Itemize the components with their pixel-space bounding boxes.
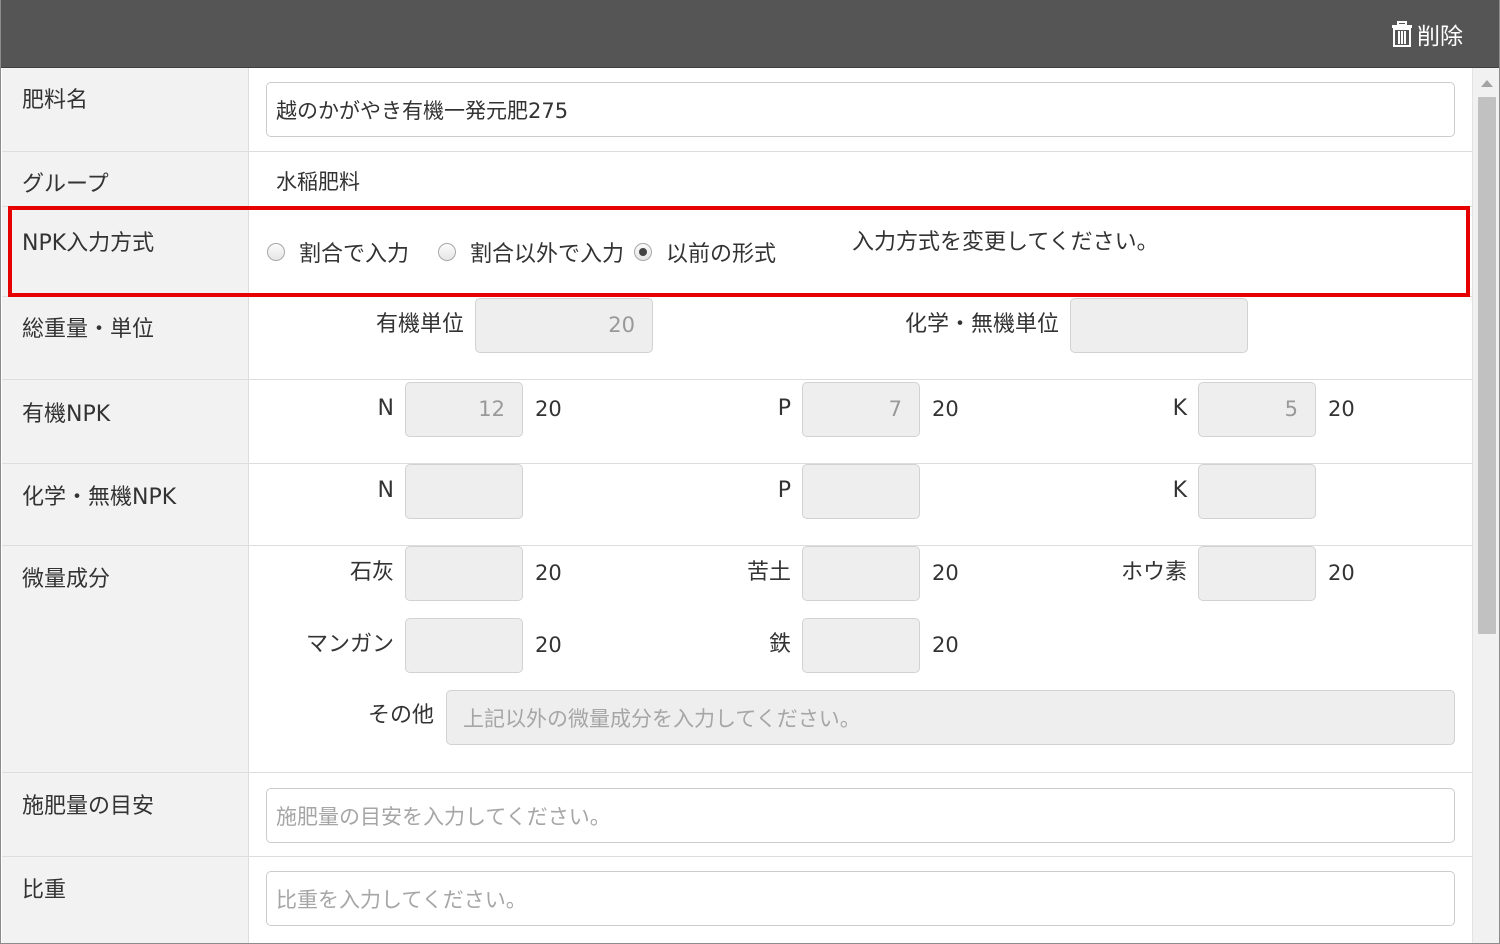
boron-unit: 20 bbox=[1328, 561, 1355, 585]
chemical-n-input[interactable] bbox=[405, 464, 523, 519]
npk-method-note: 入力方式を変更してください。 bbox=[852, 230, 1159, 255]
radio-legacy-format[interactable]: 以前の形式 bbox=[634, 236, 776, 268]
row-group: グループ 水稲肥料 bbox=[2, 152, 1472, 207]
row-application-guide: 施肥量の目安 施肥量の目安を入力してください。 bbox=[2, 773, 1472, 857]
manganese-input[interactable] bbox=[405, 618, 523, 673]
lime-unit: 20 bbox=[535, 561, 562, 585]
scrollbar-thumb[interactable] bbox=[1478, 97, 1496, 634]
app-frame: 削除 肥料名 越のかがやき有機一発元肥275 グループ 水稲肥料 NPK入力方式 bbox=[0, 0, 1500, 944]
radio-button-unchecked[interactable] bbox=[438, 243, 457, 261]
organic-k-input[interactable]: 5 bbox=[1198, 382, 1316, 437]
chemical-n-label: N bbox=[377, 478, 394, 503]
other-trace-input[interactable]: 上記以外の微量成分を入力してください。 bbox=[446, 690, 1455, 745]
radio-non-ratio-input[interactable]: 割合以外で入力 bbox=[438, 236, 624, 268]
radio-button-checked[interactable] bbox=[634, 243, 653, 261]
manganese-label: マンガン bbox=[305, 632, 394, 657]
group-value: 水稲肥料 bbox=[276, 170, 360, 194]
row-organic-npk: 有機NPK N 12 20 P 7 20 K 5 20 bbox=[2, 380, 1472, 464]
row-trace-elements: 微量成分 石灰 20 苦土 20 ホウ素 20 マンガン 20 鉄 20 その他… bbox=[2, 546, 1472, 773]
row-npk-method: NPK入力方式 割合で入力 割合以外で入力 以前の形式 入力方式を変更してくださ… bbox=[2, 207, 1472, 297]
specific-gravity-input[interactable]: 比重を入力してください。 bbox=[266, 871, 1455, 926]
organic-p-label: P bbox=[777, 396, 791, 421]
row-fertilizer-name: 肥料名 越のかがやき有機一発元肥275 bbox=[2, 68, 1472, 152]
trace-label: 微量成分 bbox=[2, 546, 249, 772]
organic-npk-label: 有機NPK bbox=[2, 380, 249, 463]
row-specific-gravity: 比重 比重を入力してください。 bbox=[2, 857, 1472, 943]
group-label: グループ bbox=[2, 152, 249, 206]
organic-k-label: K bbox=[1172, 396, 1187, 421]
chemical-npk-label: 化学・無機NPK bbox=[2, 464, 249, 545]
scroll-up-arrow-icon[interactable] bbox=[1481, 80, 1493, 87]
vertical-scrollbar[interactable] bbox=[1472, 68, 1499, 943]
organic-p-unit: 20 bbox=[932, 397, 959, 421]
iron-input[interactable] bbox=[802, 618, 920, 673]
radio-button-unchecked[interactable] bbox=[267, 243, 285, 261]
chemical-unit-input[interactable] bbox=[1070, 298, 1248, 353]
row-total-weight: 総重量・単位 有機単位 20 化学・無機単位 bbox=[2, 297, 1472, 380]
chemical-k-input[interactable] bbox=[1198, 464, 1316, 519]
top-toolbar: 削除 bbox=[1, 0, 1499, 68]
delete-button[interactable]: 削除 bbox=[1391, 14, 1463, 54]
organic-n-label: N bbox=[377, 396, 394, 421]
total-weight-label: 総重量・単位 bbox=[2, 297, 249, 379]
radio-label: 割合以外で入力 bbox=[470, 242, 625, 267]
radio-label: 割合で入力 bbox=[299, 242, 410, 267]
organic-n-input[interactable]: 12 bbox=[405, 382, 523, 437]
radio-label: 以前の形式 bbox=[666, 242, 777, 267]
organic-k-unit: 20 bbox=[1328, 397, 1355, 421]
specific-gravity-label: 比重 bbox=[2, 857, 249, 943]
organic-n-unit: 20 bbox=[535, 397, 562, 421]
fertilizer-name-input[interactable]: 越のかがやき有機一発元肥275 bbox=[266, 82, 1455, 137]
iron-label: 鉄 bbox=[768, 632, 791, 657]
fertilizer-name-label: 肥料名 bbox=[2, 68, 249, 151]
chemical-p-label: P bbox=[777, 478, 791, 503]
row-chemical-npk: 化学・無機NPK N P K bbox=[2, 464, 1472, 546]
lime-label: 石灰 bbox=[349, 560, 394, 585]
organic-unit-input[interactable]: 20 bbox=[475, 298, 653, 353]
other-trace-label: その他 bbox=[367, 703, 434, 728]
lime-input[interactable] bbox=[405, 546, 523, 601]
delete-label: 削除 bbox=[1417, 24, 1463, 50]
application-guide-label: 施肥量の目安 bbox=[2, 773, 249, 856]
trash-icon bbox=[1391, 21, 1413, 47]
application-guide-input[interactable]: 施肥量の目安を入力してください。 bbox=[266, 788, 1455, 843]
npk-method-radio-group: 割合で入力 割合以外で入力 以前の形式 bbox=[267, 236, 776, 268]
iron-unit: 20 bbox=[932, 633, 959, 657]
radio-ratio-input[interactable]: 割合で入力 bbox=[267, 236, 409, 268]
boron-input[interactable] bbox=[1198, 546, 1316, 601]
chemical-p-input[interactable] bbox=[802, 464, 920, 519]
magnesia-input[interactable] bbox=[802, 546, 920, 601]
magnesia-unit: 20 bbox=[932, 561, 959, 585]
manganese-unit: 20 bbox=[535, 633, 562, 657]
magnesia-label: 苦土 bbox=[746, 560, 791, 585]
fertilizer-form: 肥料名 越のかがやき有機一発元肥275 グループ 水稲肥料 NPK入力方式 割合… bbox=[2, 68, 1472, 943]
boron-label: ホウ素 bbox=[1120, 560, 1187, 585]
chemical-unit-label: 化学・無機単位 bbox=[904, 312, 1059, 337]
organic-p-input[interactable]: 7 bbox=[802, 382, 920, 437]
chemical-k-label: K bbox=[1172, 478, 1187, 503]
npk-method-label: NPK入力方式 bbox=[2, 207, 249, 296]
organic-unit-label: 有機単位 bbox=[375, 312, 464, 337]
